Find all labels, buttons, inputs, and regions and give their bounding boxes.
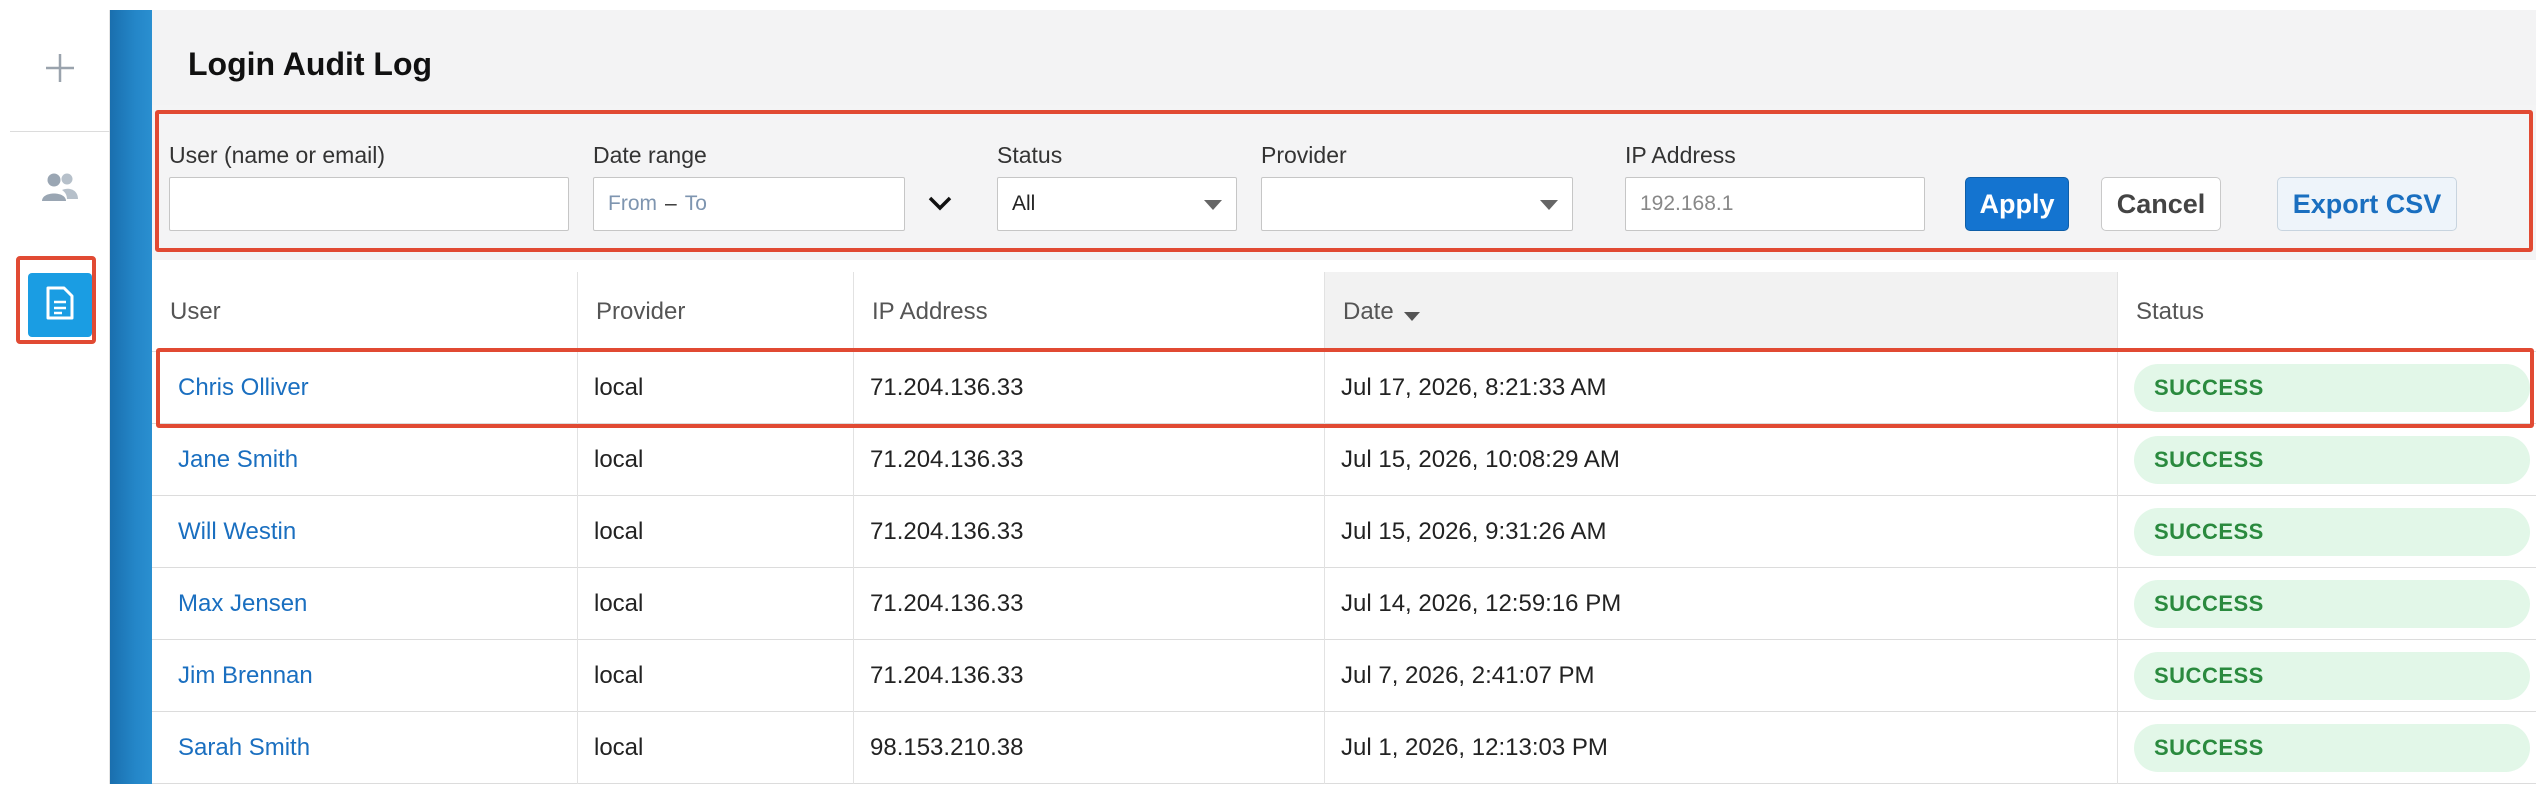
cell-provider: local bbox=[577, 496, 853, 568]
cell-status: SUCCESS bbox=[2117, 496, 2536, 568]
cell-ip-address: 98.153.210.38 bbox=[853, 712, 1324, 784]
status-badge: SUCCESS bbox=[2134, 508, 2530, 556]
cell-user: Will Westin bbox=[152, 496, 577, 568]
cell-provider: local bbox=[577, 568, 853, 640]
column-header-status[interactable]: Status bbox=[2117, 272, 2536, 352]
cell-user: Jane Smith bbox=[152, 424, 577, 496]
highlight-filter-bar bbox=[155, 110, 2533, 252]
user-link[interactable]: Jim Brennan bbox=[178, 662, 313, 690]
table-row[interactable]: Jim Brennan local 71.204.136.33 Jul 7, 2026… bbox=[152, 640, 2536, 712]
table-row[interactable]: Jane Smith local 71.204.136.33 Jul 15, 2026… bbox=[152, 424, 2536, 496]
column-header-label: User bbox=[170, 298, 221, 325]
page-header: Login Audit Log bbox=[152, 10, 2536, 105]
status-badge: SUCCESS bbox=[2134, 436, 2530, 484]
main-panel: Login Audit Log User (name or email) Dat… bbox=[152, 10, 2536, 784]
column-header-label: Provider bbox=[596, 298, 686, 325]
cell-date: Jul 15, 2026, 10:08:29 AM bbox=[1324, 424, 2117, 496]
cell-date: Jul 14, 2026, 12:59:16 PM bbox=[1324, 568, 2117, 640]
column-header-label: IP Address bbox=[872, 298, 988, 325]
cell-ip-address-text: 98.153.210.38 bbox=[870, 734, 1024, 761]
cell-ip-address: 71.204.136.33 bbox=[853, 640, 1324, 712]
user-link[interactable]: Will Westin bbox=[178, 518, 296, 546]
table-row[interactable]: Max Jensen local 71.204.136.33 Jul 14, 2026… bbox=[152, 568, 2536, 640]
users-icon bbox=[40, 171, 80, 210]
cell-provider-text: local bbox=[594, 590, 644, 617]
cell-ip-address-text: 71.204.136.33 bbox=[870, 662, 1024, 689]
column-header-label: Date bbox=[1343, 298, 1394, 325]
cell-status: SUCCESS bbox=[2117, 640, 2536, 712]
cell-user: Max Jensen bbox=[152, 568, 577, 640]
column-header-provider[interactable]: Provider bbox=[577, 272, 853, 352]
icon-sidebar bbox=[10, 10, 110, 784]
column-header-ip[interactable]: IP Address bbox=[853, 272, 1324, 352]
table-header: User Provider IP Address Date Status bbox=[152, 272, 2536, 352]
cell-date: Jul 15, 2026, 9:31:26 AM bbox=[1324, 496, 2117, 568]
page-title: Login Audit Log bbox=[188, 46, 433, 82]
sidebar-users-button[interactable] bbox=[10, 140, 110, 240]
user-link[interactable]: Max Jensen bbox=[178, 590, 307, 618]
cell-provider-text: local bbox=[594, 518, 644, 545]
cell-date-text: Jul 14, 2026, 12:59:16 PM bbox=[1341, 590, 1622, 617]
status-badge: SUCCESS bbox=[2134, 652, 2530, 700]
cell-ip-address: 71.204.136.33 bbox=[853, 424, 1324, 496]
status-badge: SUCCESS bbox=[2134, 724, 2530, 772]
column-header-label: Status bbox=[2136, 298, 2205, 325]
cell-ip-address-text: 71.204.136.33 bbox=[870, 590, 1024, 617]
status-badge: SUCCESS bbox=[2134, 580, 2530, 628]
sort-descending-icon bbox=[1403, 311, 1420, 321]
cell-ip-address: 71.204.136.33 bbox=[853, 496, 1324, 568]
cell-provider-text: local bbox=[594, 734, 644, 761]
column-header-date[interactable]: Date bbox=[1324, 272, 2117, 352]
column-header-user[interactable]: User bbox=[152, 272, 577, 352]
cell-user: Sarah Smith bbox=[152, 712, 577, 784]
cell-date-text: Jul 15, 2026, 9:31:26 AM bbox=[1341, 518, 1607, 545]
highlight-audit-log-icon bbox=[16, 256, 96, 344]
cell-date-text: Jul 1, 2026, 12:13:03 PM bbox=[1341, 734, 1608, 761]
cell-date: Jul 7, 2026, 2:41:07 PM bbox=[1324, 640, 2117, 712]
sidebar-add-button[interactable] bbox=[10, 10, 110, 132]
user-link[interactable]: Sarah Smith bbox=[178, 734, 310, 762]
cell-date-text: Jul 7, 2026, 2:41:07 PM bbox=[1341, 662, 1595, 689]
cell-provider: local bbox=[577, 712, 853, 784]
plus-icon bbox=[43, 51, 77, 90]
highlight-first-row bbox=[156, 348, 2534, 428]
cell-date-text: Jul 15, 2026, 10:08:29 AM bbox=[1341, 446, 1620, 473]
cell-provider-text: local bbox=[594, 662, 644, 689]
table-row[interactable]: Will Westin local 71.204.136.33 Jul 15, 202… bbox=[152, 496, 2536, 568]
user-link[interactable]: Jane Smith bbox=[178, 446, 298, 474]
cell-status: SUCCESS bbox=[2117, 712, 2536, 784]
cell-status: SUCCESS bbox=[2117, 424, 2536, 496]
cell-provider: local bbox=[577, 640, 853, 712]
cell-provider-text: local bbox=[594, 446, 644, 473]
cell-provider: local bbox=[577, 424, 853, 496]
cell-ip-address: 71.204.136.33 bbox=[853, 568, 1324, 640]
cell-status: SUCCESS bbox=[2117, 568, 2536, 640]
cell-user: Jim Brennan bbox=[152, 640, 577, 712]
table-row[interactable]: Sarah Smith local 98.153.210.38 Jul 1, 2026… bbox=[152, 712, 2536, 784]
cell-ip-address-text: 71.204.136.33 bbox=[870, 518, 1024, 545]
nav-accent-stripe bbox=[110, 10, 152, 784]
cell-date: Jul 1, 2026, 12:13:03 PM bbox=[1324, 712, 2117, 784]
cell-ip-address-text: 71.204.136.33 bbox=[870, 446, 1024, 473]
